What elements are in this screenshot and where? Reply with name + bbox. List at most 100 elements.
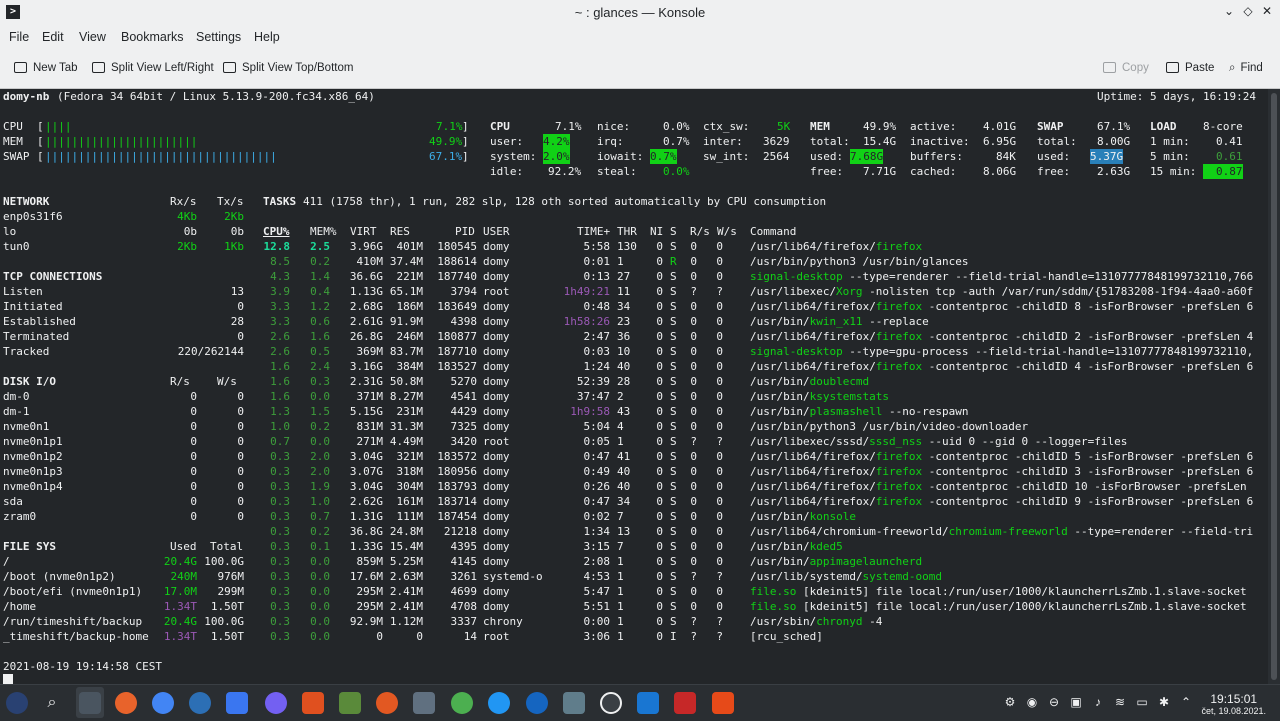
menu-view[interactable]: View xyxy=(79,30,106,44)
search-icon[interactable]: ⌕ xyxy=(41,692,63,714)
app-task-icon[interactable] xyxy=(302,692,324,714)
process-virt: 1.33G xyxy=(349,540,384,553)
process-cpu: 1.6 xyxy=(270,390,290,403)
menu-file[interactable]: File xyxy=(9,30,29,44)
col-command[interactable]: Command xyxy=(750,224,796,239)
terminal-cursor xyxy=(3,674,13,684)
app-task-icon-8[interactable] xyxy=(600,692,622,714)
process-state: S xyxy=(670,570,677,583)
process-pid: 187740 xyxy=(437,270,478,283)
cpu-bar-label: CPU xyxy=(3,120,30,133)
col-ws[interactable]: W/s xyxy=(717,224,737,239)
mem-active: 4.01G xyxy=(983,120,1017,133)
app-task-icon-6[interactable] xyxy=(526,692,548,714)
process-mem: 1.0 xyxy=(310,495,330,508)
process-nice: 0 xyxy=(656,405,663,418)
menu-edit[interactable]: Edit xyxy=(42,30,64,44)
col-mem[interactable]: MEM% xyxy=(310,224,337,239)
firefox-task-icon[interactable] xyxy=(115,692,137,714)
process-command-path: /usr/lib64/firefox/ xyxy=(750,480,876,493)
doublecmd-task-icon[interactable] xyxy=(674,692,696,714)
tray-icon-4[interactable]: ▣ xyxy=(1069,695,1083,709)
col-virt[interactable]: VIRT xyxy=(350,224,377,239)
process-res: 401M xyxy=(396,240,424,253)
fedora-menu-icon[interactable] xyxy=(6,692,28,714)
app-task-icon-9[interactable] xyxy=(637,692,659,714)
col-time[interactable]: TIME+ xyxy=(577,224,610,239)
menu-help[interactable]: Help xyxy=(254,30,280,44)
tray-icon-3[interactable]: ⊖ xyxy=(1047,695,1061,709)
process-pid: 3420 xyxy=(450,435,478,448)
video-downloader-task-icon[interactable] xyxy=(339,692,361,714)
mem-bar-label: MEM xyxy=(3,135,30,148)
col-res[interactable]: RES xyxy=(390,224,410,239)
mail-task-icon[interactable] xyxy=(189,692,211,714)
app-task-icon-7[interactable] xyxy=(563,692,585,714)
filesys-mount: /boot (nvme0n1p2) xyxy=(3,570,116,583)
app-task-icon-5[interactable] xyxy=(488,692,510,714)
col-s[interactable]: S xyxy=(670,224,677,239)
process-res: 1.12M xyxy=(389,615,424,628)
col-cpu[interactable]: CPU% xyxy=(263,224,290,239)
signal-task-icon[interactable] xyxy=(226,692,248,714)
process-mem: 0.0 xyxy=(310,555,330,568)
maximize-icon[interactable]: ◇ xyxy=(1240,4,1256,18)
col-rs[interactable]: R/s xyxy=(690,224,710,239)
col-thr[interactable]: THR xyxy=(617,224,637,239)
process-mem: 0.0 xyxy=(310,435,330,448)
find-button[interactable]: ⌕ Find xyxy=(1229,62,1263,75)
tcp-row-label: Tracked xyxy=(3,345,50,358)
cpu-idle: 92.2% xyxy=(548,165,582,178)
terminal-view[interactable]: domy-nb (Fedora 34 64bit / Linux 5.13.9-… xyxy=(0,89,1268,684)
copy-button[interactable]: Copy xyxy=(1103,62,1149,74)
col-ni[interactable]: NI xyxy=(650,224,663,239)
app-task-icon-2[interactable] xyxy=(376,692,398,714)
app-task-icon-3[interactable] xyxy=(413,692,435,714)
app-task-icon-4[interactable] xyxy=(451,692,473,714)
filesys-total: 1.50T xyxy=(210,600,245,613)
tray-icon-1[interactable]: ⚙ xyxy=(1003,695,1017,709)
app-task-icon-10[interactable] xyxy=(712,692,734,714)
network-rx: 2Kb xyxy=(177,240,197,253)
paste-button[interactable]: Paste xyxy=(1166,62,1214,74)
process-command-name: file.so xyxy=(750,585,797,598)
process-virt: 36.6G xyxy=(349,270,384,283)
menu-settings[interactable]: Settings xyxy=(196,30,241,44)
process-res: 37.4M xyxy=(389,255,424,268)
cpu-idle-label: idle: xyxy=(490,165,524,178)
terminal-scrollbar[interactable] xyxy=(1268,89,1280,684)
process-res: 65.1M xyxy=(389,285,424,298)
process-read: 0 xyxy=(690,330,697,343)
process-state: S xyxy=(670,285,677,298)
close-icon[interactable]: ✕ xyxy=(1259,4,1275,18)
process-read: ? xyxy=(690,435,697,448)
process-nice: 0 xyxy=(656,300,663,313)
konsole-task-icon[interactable] xyxy=(79,692,101,714)
split-top-bottom-button[interactable]: Split View Top/Bottom xyxy=(223,62,353,74)
network-icon[interactable]: ≋ xyxy=(1113,695,1127,709)
new-tab-button[interactable]: New Tab xyxy=(14,62,78,74)
battery-icon[interactable]: ▭ xyxy=(1135,695,1149,709)
volume-icon[interactable]: ♪ xyxy=(1091,695,1105,709)
clock[interactable]: 19:15:01 čet, 19.08.2021. xyxy=(1201,692,1266,716)
process-mem: 0.3 xyxy=(310,375,330,388)
minimize-icon[interactable]: ⌄ xyxy=(1221,4,1237,18)
chromium-task-icon[interactable] xyxy=(152,692,174,714)
col-user[interactable]: USER xyxy=(483,224,510,239)
process-mem: 0.0 xyxy=(310,570,330,583)
process-user: root xyxy=(483,435,510,448)
tray-icon-5[interactable]: ✱ xyxy=(1157,695,1171,709)
scrollbar-thumb[interactable] xyxy=(1271,93,1277,680)
viber-task-icon[interactable] xyxy=(265,692,287,714)
col-pid[interactable]: PID xyxy=(455,224,475,239)
split-left-right-button[interactable]: Split View Left/Right xyxy=(92,62,214,74)
tray-expand-icon[interactable]: ⌃ xyxy=(1179,695,1193,709)
process-command-name: firefox xyxy=(875,360,923,373)
process-command-name: konsole xyxy=(809,510,856,523)
menu-bookmarks[interactable]: Bookmarks xyxy=(121,30,184,44)
process-state: S xyxy=(670,555,677,568)
process-cpu: 1.0 xyxy=(270,420,290,433)
process-nice: 0 xyxy=(656,375,663,388)
process-virt: 295M xyxy=(356,585,384,598)
tray-icon-2[interactable]: ◉ xyxy=(1025,695,1039,709)
